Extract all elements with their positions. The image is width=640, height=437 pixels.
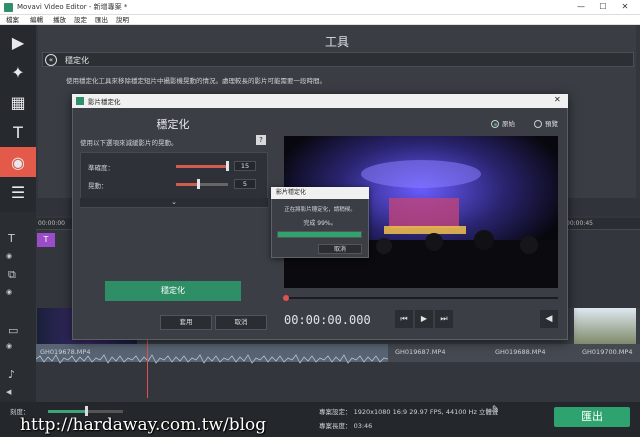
dialog-title: 影片穩定化 xyxy=(88,98,121,106)
video-track-icon: ▭ xyxy=(8,324,19,337)
dialog-help-text: 使用以下選項來減緩影片的晃動。 xyxy=(80,139,178,147)
tool-sidebar: ▶ ✦ ▦ T ◉ ☰ xyxy=(0,25,36,212)
menu-help[interactable]: 說明 xyxy=(116,15,129,25)
app-icon xyxy=(4,3,13,12)
more-tools-icon[interactable]: ☰ xyxy=(0,177,36,207)
edit-pencil-icon[interactable]: ✎ xyxy=(492,404,499,413)
progress-cancel-button[interactable]: 取消 xyxy=(318,244,362,254)
import-icon[interactable]: ▶ xyxy=(0,27,36,57)
timecode: 00:00:00.000 xyxy=(284,313,371,327)
shakiness-value[interactable]: 5 xyxy=(234,179,256,189)
titles-icon[interactable]: T xyxy=(0,117,36,147)
dialog-titlebar: 影片穩定化 ✕ xyxy=(72,94,568,108)
tools-header: 工具 xyxy=(324,35,349,49)
title-track-icon: T xyxy=(8,232,15,245)
track-headers: T ◉ ⧉ ◉ ▭ ◉ ♪ ◀ xyxy=(0,212,36,402)
dialog-heading: 穩定化 xyxy=(156,118,190,131)
eye-icon[interactable]: ◉ xyxy=(6,342,12,350)
clip-name: GH019678.MP4 xyxy=(40,348,91,356)
maximize-button[interactable]: ☐ xyxy=(592,1,614,13)
clip-thumbnail[interactable] xyxy=(574,308,636,344)
zoom-slider-fill xyxy=(48,410,86,413)
progress-percent: 完成 99%。 xyxy=(303,220,337,227)
clip-name: GH019687.MP4 xyxy=(395,348,446,356)
apply-button[interactable]: 套用 xyxy=(160,315,212,330)
menu-file[interactable]: 檔案 xyxy=(6,15,19,25)
cancel-button[interactable]: 取消 xyxy=(215,315,267,330)
help-icon[interactable]: ? xyxy=(256,135,266,145)
shakiness-slider-handle[interactable] xyxy=(197,179,200,189)
tool-section-label: 穩定化 xyxy=(65,56,89,65)
window-title: Movavi Video Editor - 新增專案 * xyxy=(17,3,128,11)
volume-icon[interactable]: ◀ xyxy=(540,310,558,328)
magic-wand-icon[interactable]: ✦ xyxy=(0,57,36,87)
clip-name: GH019700.MP4 xyxy=(582,348,633,356)
ruler-tick: 00:00:45 xyxy=(566,220,593,227)
menu-bar: 檔案 編輯 播放 設定 匯出 說明 xyxy=(0,15,640,25)
seek-handle[interactable] xyxy=(283,295,289,301)
view-preview-label: 預覽 xyxy=(545,120,558,128)
close-window-button[interactable]: ✕ xyxy=(614,1,636,13)
speaker-icon[interactable]: ◀ xyxy=(6,388,11,396)
preview-seek-bar[interactable] xyxy=(284,297,558,299)
radio-selected-icon xyxy=(491,120,499,128)
music-track-icon: ♪ xyxy=(8,368,16,381)
menu-settings[interactable]: 設定 xyxy=(74,15,87,25)
dialog-close-button[interactable]: ✕ xyxy=(554,95,561,104)
accuracy-label: 準確度： xyxy=(88,164,114,172)
chevron-down-icon[interactable]: ⌄ xyxy=(80,198,268,207)
view-original-radio[interactable]: 原始 xyxy=(491,118,515,128)
minimize-button[interactable]: — xyxy=(570,1,592,13)
camera-tools-icon[interactable]: ◉ xyxy=(0,147,36,177)
progress-message: 正在將影片穩定化，請稍候。 xyxy=(284,207,356,213)
radio-icon xyxy=(534,120,542,128)
eye-icon[interactable]: ◉ xyxy=(6,288,12,296)
menu-edit[interactable]: 編輯 xyxy=(30,15,43,25)
accuracy-value[interactable]: 15 xyxy=(234,161,256,171)
transitions-icon[interactable]: ▦ xyxy=(0,87,36,117)
previous-frame-icon[interactable]: ⏮ xyxy=(395,310,413,328)
shakiness-slider-fill xyxy=(176,183,199,186)
watermark: http://hardaway.com.tw/blog xyxy=(20,415,267,435)
overlay-track-icon: ⧉ xyxy=(8,268,16,281)
project-length: 專案長度： 03:46 xyxy=(319,422,373,430)
tool-description: 使用穩定化工具來移除穩定短片中攝影機晃動的情況。處理較長的影片可能需要一段時間。 xyxy=(66,77,326,85)
play-icon[interactable]: ▶ xyxy=(415,310,433,328)
next-frame-icon[interactable]: ⏭ xyxy=(435,310,453,328)
window-titlebar: Movavi Video Editor - 新增專案 * — ☐ ✕ xyxy=(0,0,640,15)
view-preview-radio[interactable]: 預覽 xyxy=(534,118,558,128)
tool-section-header: « 穩定化 xyxy=(42,52,634,67)
progress-bar-fill xyxy=(278,232,361,237)
app-icon xyxy=(76,97,84,105)
back-icon[interactable]: « xyxy=(45,54,57,66)
accuracy-slider-fill xyxy=(176,165,228,168)
menu-export[interactable]: 匯出 xyxy=(95,15,108,25)
project-settings: 專案設定： 1920x1080 16:9 29.97 FPS, 44100 Hz… xyxy=(319,408,499,416)
menu-playback[interactable]: 播放 xyxy=(53,15,66,25)
clip-name: GH019688.MP4 xyxy=(495,348,546,356)
stabilize-button[interactable]: 穩定化 xyxy=(105,281,241,301)
progress-title: 影片穩定化 xyxy=(271,187,369,199)
ruler-tick: 00:00:00 xyxy=(38,220,65,227)
export-button[interactable]: 匯出 xyxy=(554,407,630,427)
accuracy-slider-handle[interactable] xyxy=(226,161,229,171)
view-original-label: 原始 xyxy=(502,120,515,128)
eye-icon[interactable]: ◉ xyxy=(6,252,12,260)
shakiness-label: 晃動： xyxy=(88,182,108,190)
title-clip[interactable]: T xyxy=(37,233,55,247)
